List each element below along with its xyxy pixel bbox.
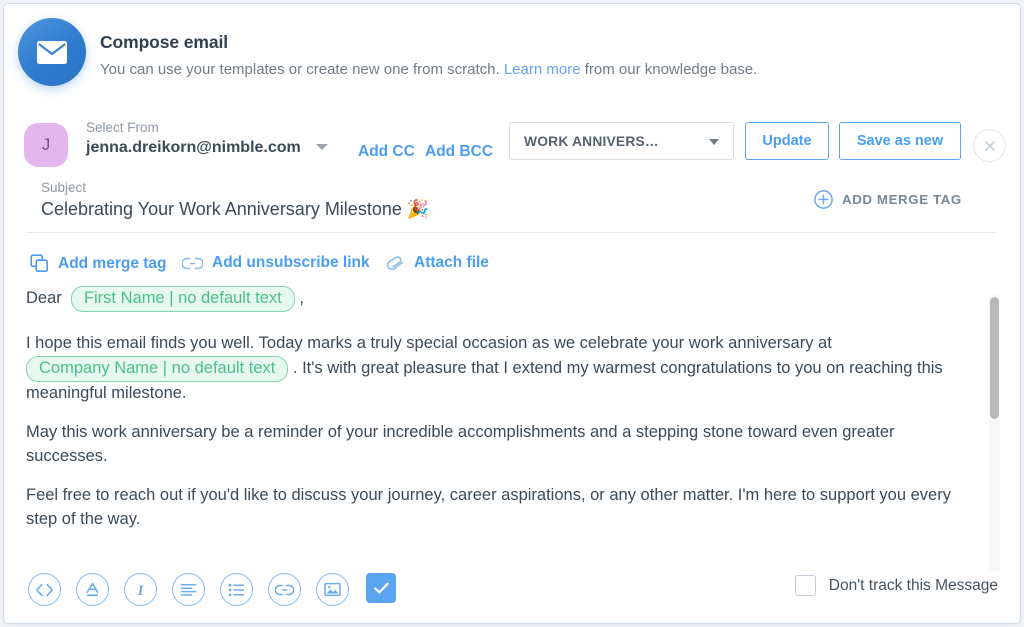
subject-label: Subject <box>41 180 87 195</box>
body-paragraph-1: I hope this email finds you well. Today … <box>26 332 971 405</box>
plus-circle-icon <box>814 190 833 209</box>
italic-icon: I <box>137 583 145 598</box>
close-icon <box>984 140 995 151</box>
dont-track-checkbox[interactable] <box>794 575 816 596</box>
template-select[interactable]: WORK ANNIVERS… <box>509 122 734 160</box>
add-merge-tag-link[interactable]: Add merge tag <box>30 254 167 273</box>
body-paragraph-2: May this work anniversary be a reminder … <box>26 423 895 465</box>
greeting-prefix: Dear <box>26 289 62 307</box>
scrollbar-thumb[interactable] <box>990 297 999 419</box>
link-icon <box>275 584 294 595</box>
template-select-value: WORK ANNIVERS… <box>524 134 659 149</box>
attach-file-link[interactable]: Attach file <box>386 254 489 272</box>
add-merge-tag-button[interactable]: ADD MERGE TAG <box>814 190 962 209</box>
select-from-label: Select From <box>86 120 159 135</box>
email-body-content[interactable]: Dear First Name | no default text , I ho… <box>26 286 971 547</box>
page-title: Compose email <box>100 32 229 52</box>
checkmark-icon-button[interactable] <box>366 573 396 603</box>
header-subtitle-before: You can use your templates or create new… <box>100 61 504 78</box>
envelope-icon <box>18 18 86 86</box>
italic-icon-button[interactable]: I <box>124 573 157 606</box>
subject-row: Subject Celebrating Your Work Anniversar… <box>4 176 1020 234</box>
image-icon-button[interactable] <box>316 573 349 606</box>
attach-file-link-label: Attach file <box>414 254 489 271</box>
body-scrollbar[interactable] <box>989 294 1000 571</box>
close-button[interactable] <box>973 129 1006 162</box>
save-as-new-button[interactable]: Save as new <box>839 122 961 160</box>
svg-text:I: I <box>137 583 145 598</box>
text-color-icon-button[interactable] <box>76 573 109 606</box>
body-greeting: Dear First Name | no default text , <box>26 286 971 312</box>
merge-tag-company-name[interactable]: Company Name | no default text <box>26 355 289 382</box>
header-subtitle: You can use your templates or create new… <box>100 61 757 78</box>
broken-link-icon <box>182 257 203 269</box>
from-row: J Select From jenna.dreikorn@nimble.com … <box>4 114 1020 176</box>
code-icon <box>36 583 53 596</box>
link-icon-button[interactable] <box>268 573 301 606</box>
greeting-suffix: , <box>299 289 304 307</box>
p1-before: I hope this email finds you well. Today … <box>26 334 832 352</box>
copy-icon <box>30 254 48 272</box>
code-icon-button[interactable] <box>28 573 61 606</box>
compose-email-card: Compose email You can use your templates… <box>4 4 1020 623</box>
merge-tag-first-name[interactable]: First Name | no default text <box>70 286 295 312</box>
dont-track-row[interactable]: Don't track this Message <box>794 575 998 596</box>
text-color-icon <box>86 582 99 596</box>
learn-more-link[interactable]: Learn more <box>504 61 581 78</box>
format-toolbar: I Don't track this Message <box>4 563 1020 623</box>
chevron-down-icon[interactable] <box>316 144 328 150</box>
subject-divider <box>26 232 996 233</box>
dont-track-label: Don't track this Message <box>828 576 998 594</box>
align-left-icon-button[interactable] <box>172 573 205 606</box>
card-header: Compose email You can use your templates… <box>4 4 1020 96</box>
email-body-area[interactable]: Dear First Name | no default text , I ho… <box>4 286 1020 571</box>
body-paragraph-3: Feel free to reach out if you'd like to … <box>26 486 951 528</box>
update-button[interactable]: Update <box>745 122 829 160</box>
from-email-value[interactable]: jenna.dreikorn@nimble.com <box>86 139 301 157</box>
editor-link-toolbar: Add merge tag Add unsubscribe link Attac… <box>4 254 1020 286</box>
checkmark-icon <box>373 582 389 594</box>
subject-input[interactable]: Celebrating Your Work Anniversary Milest… <box>41 199 429 220</box>
avatar-initial: J <box>41 135 51 154</box>
add-unsubscribe-link-label: Add unsubscribe link <box>212 254 370 271</box>
bullet-list-icon-button[interactable] <box>220 573 253 606</box>
add-merge-tag-link-label: Add merge tag <box>58 254 167 272</box>
paperclip-icon <box>386 255 404 270</box>
avatar: J <box>24 123 68 167</box>
add-bcc-link[interactable]: Add BCC <box>425 143 493 161</box>
image-icon <box>324 582 341 597</box>
add-merge-tag-label: ADD MERGE TAG <box>842 192 962 207</box>
chevron-down-icon <box>709 139 719 145</box>
add-cc-link[interactable]: Add CC <box>358 143 415 161</box>
bullet-list-icon <box>228 583 245 596</box>
align-left-icon <box>180 583 197 596</box>
add-unsubscribe-link[interactable]: Add unsubscribe link <box>182 254 370 272</box>
header-subtitle-after: from our knowledge base. <box>580 61 758 78</box>
